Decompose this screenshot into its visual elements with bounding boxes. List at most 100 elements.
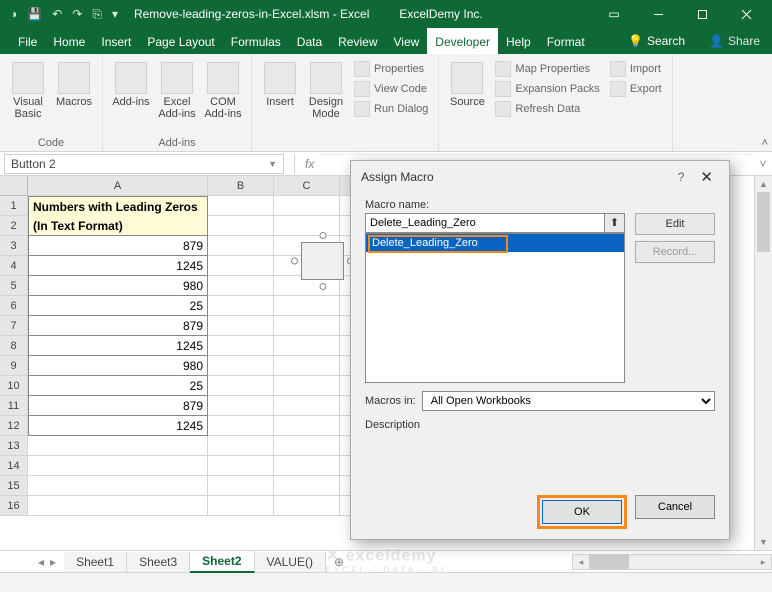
- tab-format[interactable]: Format: [539, 28, 593, 54]
- source-button[interactable]: Source: [445, 58, 489, 135]
- name-box[interactable]: Button 2▼: [4, 154, 284, 174]
- close-button[interactable]: [724, 0, 768, 28]
- cell[interactable]: [208, 356, 274, 376]
- edit-button[interactable]: Edit: [635, 213, 715, 235]
- cell[interactable]: [274, 376, 340, 396]
- cell[interactable]: [208, 436, 274, 456]
- row-header[interactable]: 5: [0, 276, 28, 296]
- scroll-right-icon[interactable]: ▸: [755, 555, 771, 569]
- row-header[interactable]: 11: [0, 396, 28, 416]
- dialog-help-icon[interactable]: ?: [668, 170, 695, 184]
- save-icon[interactable]: 💾: [27, 7, 42, 21]
- design-mode-button[interactable]: Design Mode: [304, 58, 348, 135]
- import-button[interactable]: Import: [606, 60, 666, 78]
- cell[interactable]: [28, 456, 208, 476]
- dialog-close-button[interactable]: ✕: [694, 168, 719, 186]
- cell[interactable]: [274, 436, 340, 456]
- row-header[interactable]: 6: [0, 296, 28, 316]
- cell[interactable]: [274, 396, 340, 416]
- data-header[interactable]: (In Text Format): [28, 216, 208, 236]
- cell[interactable]: [28, 496, 208, 516]
- search-box[interactable]: 💡Search: [616, 28, 697, 54]
- cell[interactable]: [208, 456, 274, 476]
- row-header[interactable]: 3: [0, 236, 28, 256]
- cell[interactable]: [208, 316, 274, 336]
- tab-help[interactable]: Help: [498, 28, 539, 54]
- cell[interactable]: [208, 396, 274, 416]
- cell[interactable]: [28, 436, 208, 456]
- tab-pagelayout[interactable]: Page Layout: [139, 28, 222, 54]
- tab-nav-next-icon[interactable]: ▸: [50, 555, 56, 569]
- fx-icon[interactable]: fx: [301, 157, 318, 171]
- row-header[interactable]: 15: [0, 476, 28, 496]
- properties-button[interactable]: Properties: [350, 60, 432, 78]
- row-header[interactable]: 8: [0, 336, 28, 356]
- col-header[interactable]: B: [208, 176, 274, 196]
- col-header[interactable]: A: [28, 176, 208, 196]
- cell[interactable]: [274, 476, 340, 496]
- expansion-packs-button[interactable]: Expansion Packs: [491, 80, 603, 98]
- maximize-button[interactable]: [680, 0, 724, 28]
- share-button[interactable]: 👤Share: [697, 28, 772, 54]
- refresh-data-button[interactable]: Refresh Data: [491, 100, 603, 118]
- row-header[interactable]: 9: [0, 356, 28, 376]
- spreadsheet-grid[interactable]: A B C D 1 Numbers with Leading Zeros 2(I…: [0, 176, 406, 550]
- record-button[interactable]: Record...: [635, 241, 715, 263]
- data-cell[interactable]: 980: [28, 276, 208, 296]
- sheet-tab-active[interactable]: Sheet2: [190, 551, 254, 573]
- col-header[interactable]: C: [274, 176, 340, 196]
- data-cell[interactable]: 1245: [28, 416, 208, 436]
- cell[interactable]: [208, 256, 274, 276]
- cell[interactable]: [274, 496, 340, 516]
- row-header[interactable]: 2: [0, 216, 28, 236]
- insert-control-button[interactable]: Insert: [258, 58, 302, 135]
- collapse-ribbon-icon[interactable]: ˄: [762, 137, 768, 149]
- row-header[interactable]: 13: [0, 436, 28, 456]
- cell[interactable]: [274, 336, 340, 356]
- horizontal-scrollbar[interactable]: ◂▸: [572, 554, 772, 570]
- tab-insert[interactable]: Insert: [93, 28, 139, 54]
- macro-listbox[interactable]: Delete_Leading_Zero: [365, 233, 625, 383]
- tab-home[interactable]: Home: [45, 28, 93, 54]
- tab-formulas[interactable]: Formulas: [223, 28, 289, 54]
- cancel-button[interactable]: Cancel: [635, 495, 715, 519]
- row-header[interactable]: 10: [0, 376, 28, 396]
- map-properties-button[interactable]: Map Properties: [491, 60, 603, 78]
- com-addins-button[interactable]: COM Add-ins: [201, 58, 245, 135]
- macro-name-input[interactable]: [365, 213, 605, 233]
- cell[interactable]: [274, 356, 340, 376]
- row-header[interactable]: 14: [0, 456, 28, 476]
- run-dialog-button[interactable]: Run Dialog: [350, 100, 432, 118]
- cell[interactable]: [274, 456, 340, 476]
- cell[interactable]: [208, 496, 274, 516]
- row-header[interactable]: 1: [0, 196, 28, 216]
- scroll-thumb[interactable]: [757, 192, 770, 252]
- tab-data[interactable]: Data: [289, 28, 330, 54]
- visual-basic-button[interactable]: Visual Basic: [6, 58, 50, 135]
- sheet-tab[interactable]: Sheet1: [64, 552, 127, 572]
- data-cell[interactable]: 1245: [28, 336, 208, 356]
- tab-view[interactable]: View: [386, 28, 428, 54]
- minimize-button[interactable]: [636, 0, 680, 28]
- touch-icon[interactable]: ⎘: [92, 7, 102, 22]
- cell[interactable]: [208, 476, 274, 496]
- scroll-left-icon[interactable]: ◂: [573, 555, 589, 569]
- resize-handle[interactable]: [291, 258, 298, 265]
- macros-button[interactable]: Macros: [52, 58, 96, 135]
- cell[interactable]: [208, 236, 274, 256]
- cell[interactable]: [28, 476, 208, 496]
- cell[interactable]: [208, 216, 274, 236]
- scroll-up-icon[interactable]: ▲: [755, 176, 772, 192]
- data-cell[interactable]: 879: [28, 236, 208, 256]
- data-cell[interactable]: 1245: [28, 256, 208, 276]
- scroll-down-icon[interactable]: ▼: [755, 534, 772, 550]
- tab-review[interactable]: Review: [330, 28, 385, 54]
- expand-formula-icon[interactable]: ˅: [754, 157, 772, 171]
- row-header[interactable]: 4: [0, 256, 28, 276]
- row-header[interactable]: 12: [0, 416, 28, 436]
- row-header[interactable]: 7: [0, 316, 28, 336]
- cell[interactable]: [274, 416, 340, 436]
- tab-nav-prev-icon[interactable]: ◂: [38, 555, 44, 569]
- reference-button[interactable]: ⬆: [605, 213, 625, 233]
- sheet-tab[interactable]: Sheet3: [127, 552, 190, 572]
